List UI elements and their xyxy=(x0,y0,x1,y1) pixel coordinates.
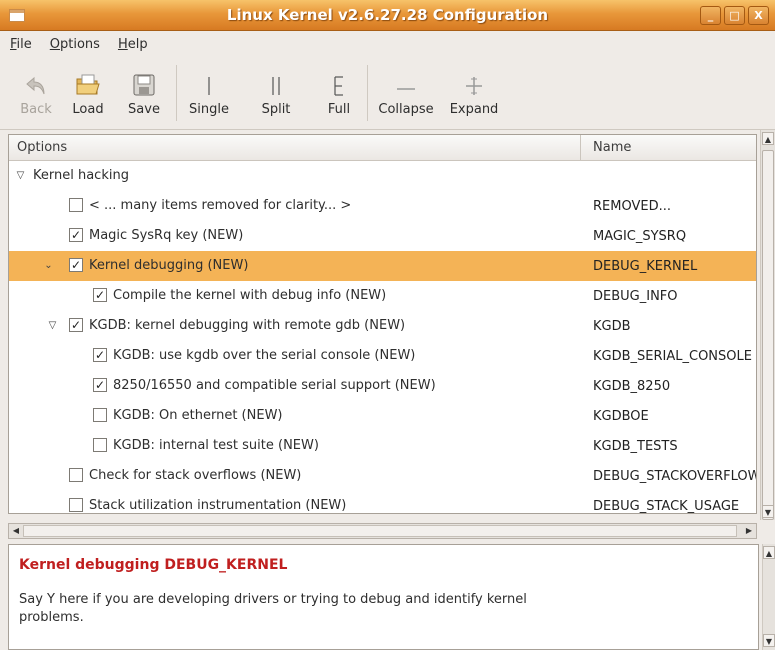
expand-button[interactable]: Expand xyxy=(444,57,504,129)
checkbox-checked[interactable]: ✓ xyxy=(93,288,107,302)
back-button[interactable]: Back xyxy=(8,57,64,129)
scroll-up-arrow-icon[interactable]: ▲ xyxy=(763,546,775,559)
tree-horizontal-scrollbar[interactable]: ◀ ▶ xyxy=(8,523,757,539)
scroll-up-arrow-icon[interactable]: ▲ xyxy=(762,132,774,145)
load-button[interactable]: Load xyxy=(64,57,112,129)
expander-open-icon[interactable]: ▽ xyxy=(15,170,26,181)
tree-row[interactable]: ✓ KGDB: On ethernet (NEW) KGDBOE xyxy=(9,401,756,431)
split-pane-icon xyxy=(269,67,283,97)
options-tree[interactable]: Options Name ▽ Kernel hacking ✓ < ... ma… xyxy=(8,134,757,514)
checkbox-checked[interactable]: ✓ xyxy=(69,318,83,332)
collapse-button[interactable]: Collapse xyxy=(368,57,444,129)
tree-row[interactable]: ✓ < ... many items removed for clarity..… xyxy=(9,191,756,221)
back-arrow-icon xyxy=(25,67,47,97)
scrollbar-thumb[interactable] xyxy=(762,150,774,520)
expand-icon xyxy=(463,67,485,97)
checkbox-checked[interactable]: ✓ xyxy=(69,228,83,242)
open-folder-icon xyxy=(75,67,101,97)
single-view-button[interactable]: Single xyxy=(177,57,241,129)
help-vertical-scrollbar[interactable]: ▲ ▼ xyxy=(762,544,775,650)
tree-row-selected[interactable]: ⌄ ✓ Kernel debugging (NEW) DEBUG_KERNEL xyxy=(9,251,756,281)
checkbox-checked[interactable]: ✓ xyxy=(93,348,107,362)
minimize-button[interactable]: _ xyxy=(700,6,721,25)
window-title: Linux Kernel v2.6.27.28 Configuration xyxy=(226,6,549,24)
scroll-left-arrow-icon[interactable]: ◀ xyxy=(10,525,22,537)
save-button[interactable]: Save xyxy=(112,57,176,129)
tree-row[interactable]: ✓ Stack utilization instrumentation (NEW… xyxy=(9,491,756,513)
menu-help[interactable]: Help xyxy=(116,35,150,54)
menu-bar: File Options Help xyxy=(0,31,775,57)
tree-row[interactable]: ✓ KGDB: internal test suite (NEW) KGDB_T… xyxy=(9,431,756,461)
scrollbar-thumb[interactable] xyxy=(23,525,737,537)
close-button[interactable]: X xyxy=(748,6,769,25)
checkbox-checked[interactable]: ✓ xyxy=(93,378,107,392)
help-text: Say Y here if you are developing drivers… xyxy=(19,592,527,625)
tree-row[interactable]: ✓ Compile the kernel with debug info (NE… xyxy=(9,281,756,311)
tree-row[interactable]: ✓ Magic SysRq key (NEW) MAGIC_SYSRQ xyxy=(9,221,756,251)
title-bar: Linux Kernel v2.6.27.28 Configuration _ … xyxy=(0,0,775,31)
tree-vertical-scrollbar[interactable]: ▲ ▼ xyxy=(760,130,775,520)
toolbar: Back Load Save Single Split Full Collaps… xyxy=(0,57,775,130)
tree-row[interactable]: ▽ Kernel hacking xyxy=(9,161,756,191)
full-view-button[interactable]: Full xyxy=(311,57,367,129)
full-tree-icon xyxy=(332,67,346,97)
menu-options[interactable]: Options xyxy=(48,35,102,54)
checkbox-checked[interactable]: ✓ xyxy=(69,258,83,272)
scroll-right-arrow-icon[interactable]: ▶ xyxy=(743,525,755,537)
split-view-button[interactable]: Split xyxy=(241,57,311,129)
help-pane: Kernel debugging DEBUG_KERNEL Say Y here… xyxy=(8,544,759,650)
expander-chevron-down-icon[interactable]: ⌄ xyxy=(43,260,54,271)
tree-row[interactable]: ✓ 8250/16550 and compatible serial suppo… xyxy=(9,371,756,401)
tree-header: Options Name xyxy=(9,135,756,161)
collapse-icon xyxy=(395,67,417,97)
menu-file[interactable]: File xyxy=(8,35,34,54)
expander-open-icon[interactable]: ▽ xyxy=(47,320,58,331)
scroll-down-arrow-icon[interactable]: ▼ xyxy=(763,634,775,647)
help-title: Kernel debugging DEBUG_KERNEL xyxy=(19,557,288,573)
tree-row[interactable]: ▽ ✓ KGDB: kernel debugging with remote g… xyxy=(9,311,756,341)
checkbox-unchecked[interactable]: ✓ xyxy=(69,498,83,512)
checkbox-unchecked[interactable]: ✓ xyxy=(69,468,83,482)
column-header-name[interactable]: Name xyxy=(581,135,756,160)
tree-row[interactable]: ✓ KGDB: use kgdb over the serial console… xyxy=(9,341,756,371)
checkbox-unchecked[interactable]: ✓ xyxy=(93,438,107,452)
checkbox-unchecked[interactable]: ✓ xyxy=(69,198,83,212)
checkbox-unchecked[interactable]: ✓ xyxy=(93,408,107,422)
column-header-options[interactable]: Options xyxy=(9,135,581,160)
maximize-button[interactable]: □ xyxy=(724,6,745,25)
scroll-down-arrow-icon[interactable]: ▼ xyxy=(762,505,774,518)
single-pane-icon xyxy=(202,67,216,97)
tree-row[interactable]: ✓ Check for stack overflows (NEW) DEBUG_… xyxy=(9,461,756,491)
floppy-disk-icon xyxy=(132,67,156,97)
